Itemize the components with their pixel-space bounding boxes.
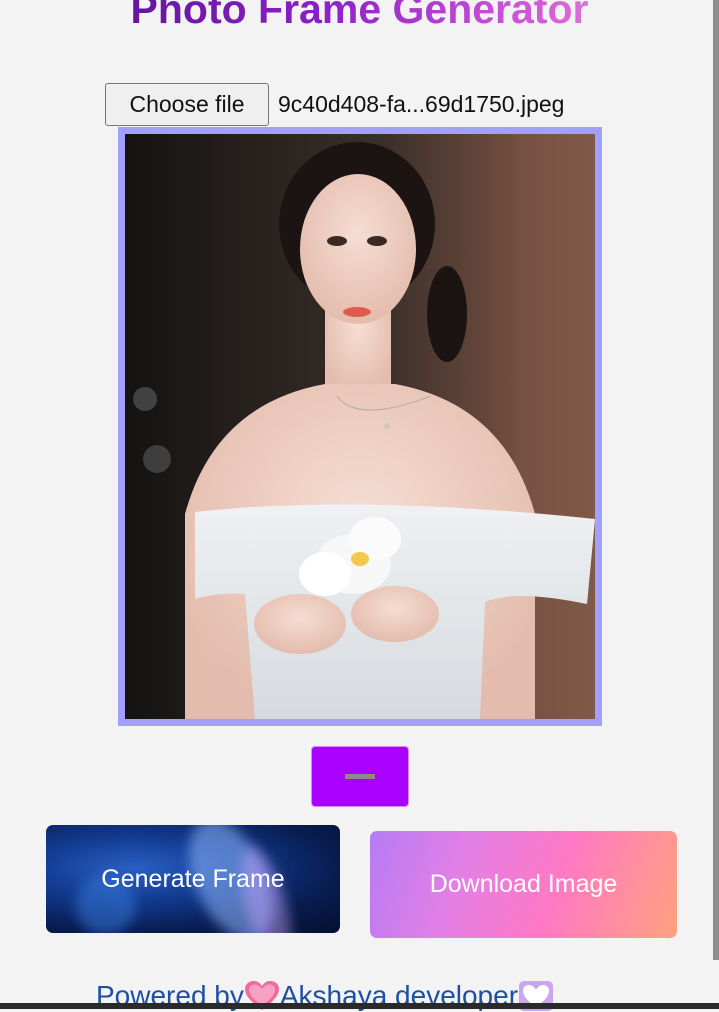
generate-frame-button[interactable]: Generate Frame bbox=[46, 825, 340, 933]
page-scrollbar[interactable] bbox=[713, 0, 719, 960]
preview-photo bbox=[125, 134, 595, 719]
photo-preview-frame bbox=[118, 127, 602, 726]
minus-icon bbox=[345, 774, 375, 779]
file-input[interactable]: Choose file 9c40d408-fa...69d1750.jpeg bbox=[105, 83, 564, 126]
bottom-system-bar bbox=[0, 1003, 719, 1009]
generate-frame-label: Generate Frame bbox=[101, 864, 285, 893]
choose-file-button[interactable]: Choose file bbox=[105, 83, 269, 126]
selected-file-name: 9c40d408-fa...69d1750.jpeg bbox=[278, 91, 565, 117]
page-title: Photo Frame Generator bbox=[0, 0, 719, 33]
download-image-button[interactable]: Download Image bbox=[370, 831, 677, 938]
toggle-button[interactable] bbox=[311, 746, 409, 807]
